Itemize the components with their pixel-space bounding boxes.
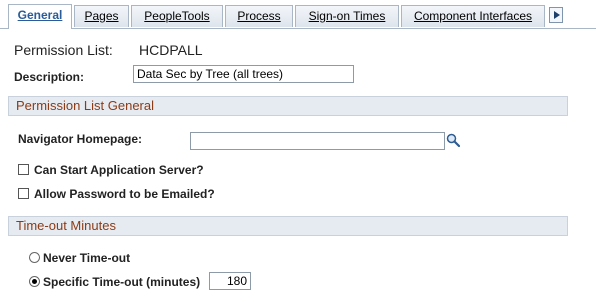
description-field[interactable]: Data Sec by Tree (all trees) [133, 65, 354, 83]
never-timeout-label: Never Time-out [43, 251, 131, 265]
tab-sign-on-times-label: Sign-on Times [308, 9, 386, 23]
tab-general[interactable]: General [8, 4, 72, 29]
specific-timeout-radio[interactable] [29, 276, 40, 287]
navigator-homepage-label: Navigator Homepage: [18, 132, 143, 146]
magnifier-icon[interactable] [446, 133, 460, 147]
tab-baseline [0, 28, 596, 29]
tab-pages-label: Pages [84, 9, 119, 23]
tab-sign-on-times[interactable]: Sign-on Times [295, 5, 399, 27]
tab-process[interactable]: Process [225, 5, 293, 27]
tab-peopletools[interactable]: PeopleTools [131, 5, 223, 27]
timeout-minutes-field[interactable]: 180 [209, 272, 251, 290]
section-timeout-minutes: Time-out Minutes [8, 216, 568, 236]
allow-password-emailed-label: Allow Password to be Emailed? [34, 187, 215, 201]
section-permission-list-general: Permission List General [8, 96, 568, 116]
tab-general-label: General [17, 8, 63, 22]
can-start-app-server-checkbox[interactable] [18, 164, 29, 175]
tab-component-interfaces[interactable]: Component Interfaces [401, 5, 545, 27]
can-start-app-server-label: Can Start Application Server? [34, 163, 204, 177]
tab-process-label: Process [237, 9, 281, 23]
arrow-right-icon[interactable] [549, 7, 563, 23]
tab-component-interfaces-label: Component Interfaces [413, 9, 533, 23]
specific-timeout-label: Specific Time-out (minutes) [43, 275, 201, 289]
navigator-homepage-field[interactable] [190, 132, 445, 150]
allow-password-emailed-checkbox[interactable] [18, 188, 29, 199]
permission-list-value: HCDPALL [139, 42, 203, 58]
tab-peopletools-label: PeopleTools [144, 9, 210, 23]
permission-list-label: Permission List: [14, 42, 113, 58]
tab-bar: General Pages PeopleTools Process Sign-o… [0, 0, 596, 30]
description-label: Description: [14, 70, 85, 84]
tab-pages[interactable]: Pages [74, 5, 129, 27]
never-timeout-radio[interactable] [29, 252, 40, 263]
